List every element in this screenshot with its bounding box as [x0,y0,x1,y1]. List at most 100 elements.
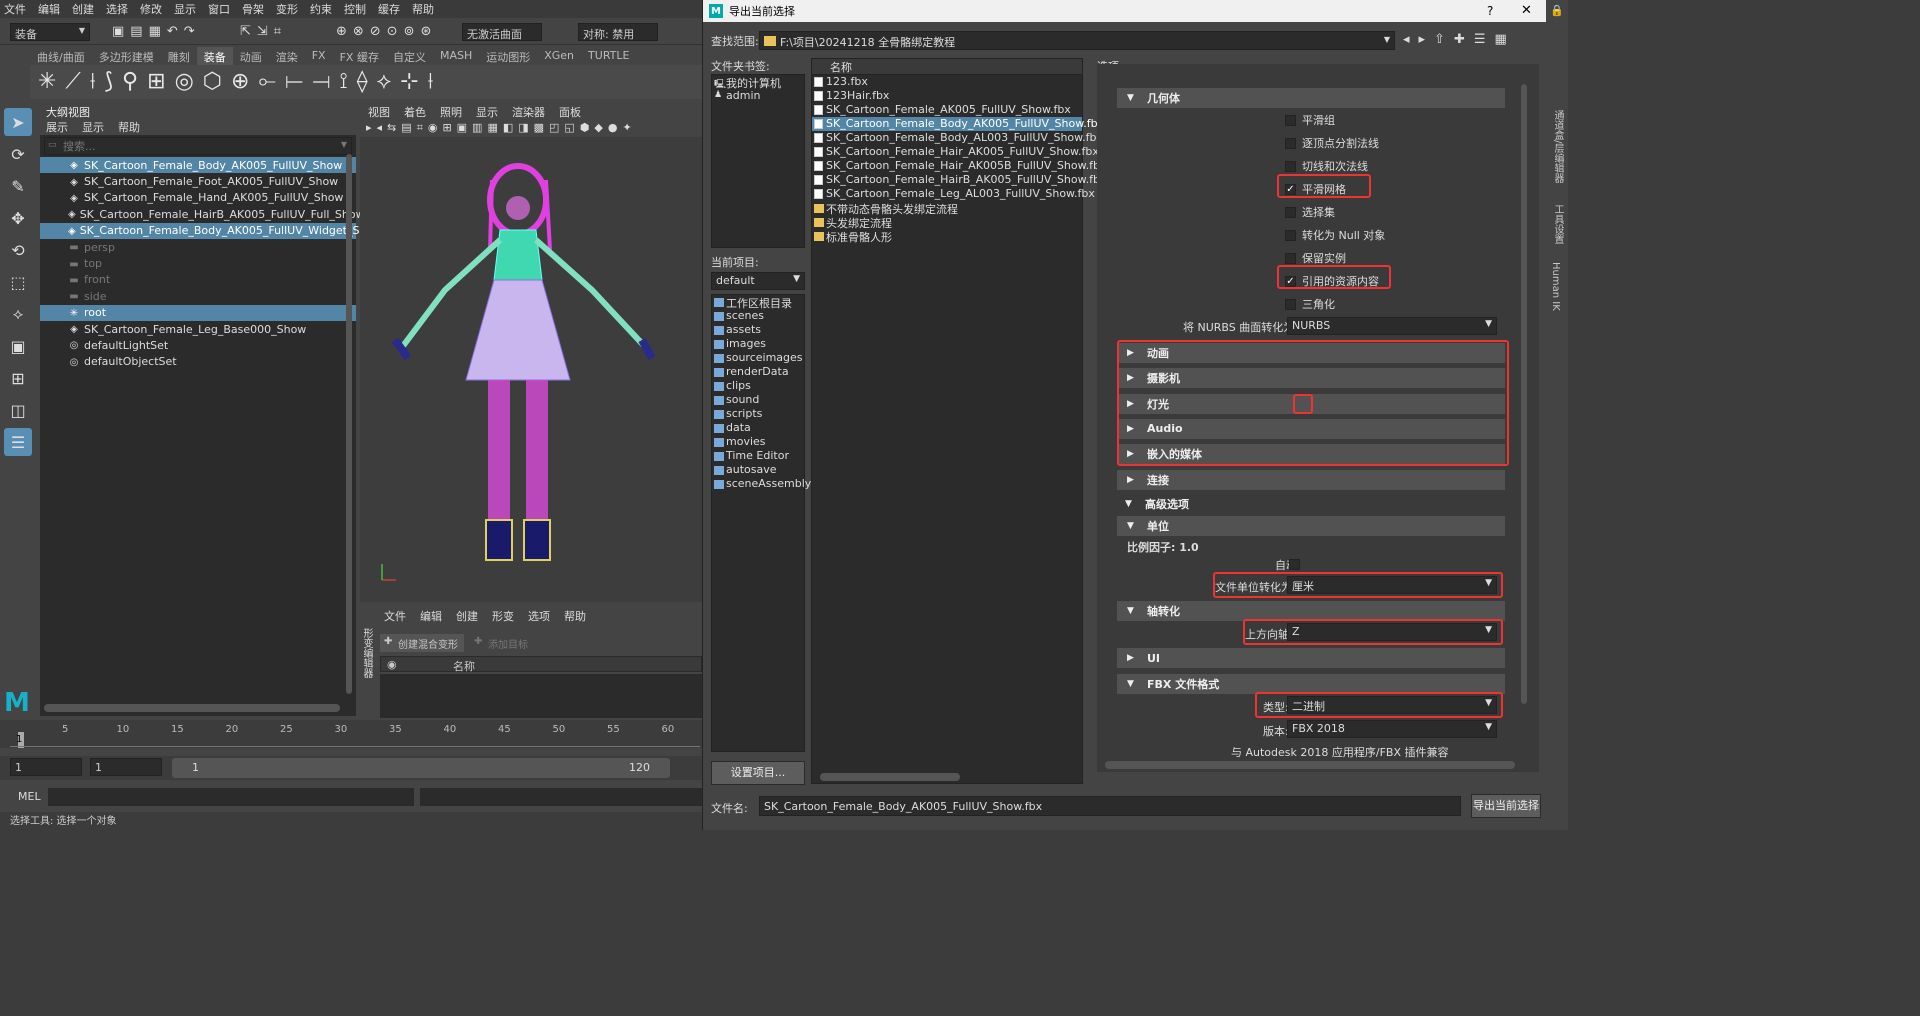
se-menu-item[interactable]: 文件 [384,608,406,624]
menu-edit[interactable]: 编辑 [38,1,60,17]
viewport-menu-item[interactable]: 着色 [404,104,426,121]
file-row[interactable]: 123Hair.fbx [812,89,1082,103]
scale-tool-icon[interactable]: ⬚ [4,268,32,296]
se-menu-item[interactable]: 创建 [456,608,478,624]
project-dir-item[interactable]: 工作区根目录 [712,295,804,310]
range-start-field[interactable]: 1 [90,758,162,776]
viewport-menu-item[interactable]: 照明 [440,104,462,121]
se-menu-item[interactable]: 形变 [492,608,514,624]
last-tool-icon[interactable]: ⟡ [4,300,32,328]
menu-help[interactable]: 帮助 [412,1,434,17]
outliner-item[interactable]: ◈ SK_Cartoon_Female_Foot_AK005_FullUV_Sho… [40,173,356,189]
menu-cache[interactable]: 缓存 [378,1,400,17]
outliner-hscrollbar[interactable] [44,704,340,712]
nurbs-dropdown[interactable]: NURBS ▼ [1287,317,1497,335]
tool-settings-tab[interactable]: 工具设置 [1550,204,1565,244]
file-row[interactable]: SK_Cartoon_Female_Leg_AL003_FullUV_Show.… [812,187,1095,201]
outliner-item[interactable]: ◎ defaultLightSet [40,337,356,353]
shelf-tab[interactable]: FX 缓存 [333,47,386,65]
menu-window[interactable]: 窗口 [208,1,230,17]
menu-file[interactable]: 文件 [4,1,26,17]
project-dir-item[interactable]: sourceimages [712,351,804,365]
shelf-tab[interactable]: MASH [433,47,479,65]
project-dir-item[interactable]: scenes [712,309,804,323]
outliner-item[interactable]: ✳ root [40,304,356,321]
column-name[interactable]: 名称 [453,658,475,674]
shelf-tab[interactable]: XGen [537,47,581,65]
geometry-option[interactable]: 选择集 [1285,204,1335,220]
checkbox[interactable] [1285,229,1296,241]
project-dir-item[interactable]: scripts [712,407,804,421]
project-dir-item[interactable]: renderData [712,365,804,379]
live-surface-field[interactable]: 无激活曲面 [462,23,542,41]
project-dir-item[interactable]: sound [712,393,804,407]
fbx-format-section-header[interactable]: ▼ FBX 文件格式 [1117,674,1505,694]
file-row[interactable]: SK_Cartoon_Female_Hair_AK005B_FullUV_Sho… [812,159,1106,173]
outliner-item[interactable]: ▬ front [40,272,356,288]
channel-box-tab[interactable]: 通道盒/层编辑器 [1550,110,1565,183]
outliner-item[interactable]: ▬ side [40,288,356,304]
shelf-tab[interactable]: FX [305,47,333,65]
shelf-tab[interactable]: 自定义 [386,47,433,65]
viewport-menu-item[interactable]: 渲染器 [512,104,545,121]
se-menu-item[interactable]: 编辑 [420,608,442,624]
human-ik-tab[interactable]: Human IK [1550,262,1561,311]
menu-deform[interactable]: 变形 [276,1,298,17]
file-row[interactable]: 123.fbx [812,75,1082,89]
checkbox[interactable] [1285,252,1296,264]
file-row[interactable]: SK_Cartoon_Female_AK005_FullUV_Show.fbx [812,103,1082,117]
mel-label[interactable]: MEL [18,790,41,803]
start-time-field[interactable]: 1 [10,758,82,776]
outliner-menu-item[interactable]: 帮助 [118,119,140,135]
file-row[interactable]: SK_Cartoon_Female_HairB_AK005_FullUV_Sho… [812,173,1106,187]
help-button[interactable]: ? [1487,4,1493,18]
bookmark-item[interactable]: 🖳 我的计算机 [712,75,804,90]
checkbox[interactable] [1285,206,1296,218]
outliner-menu-item[interactable]: 展示 [46,119,68,135]
project-dir-item[interactable]: clips [712,379,804,393]
options-hscrollbar[interactable] [1105,761,1515,769]
geometry-option[interactable]: 切线和次法线 [1285,158,1368,174]
chevron-down-icon[interactable]: ▼ [1384,35,1390,44]
shelf-tab-active[interactable]: 装备 [196,47,233,65]
add-target-button[interactable]: ✚ 添加目标 [470,634,534,652]
symmetry-dropdown[interactable]: 对称: 禁用 [578,23,658,41]
checkbox[interactable] [1285,137,1296,149]
shelf-tab[interactable]: 曲线/曲面 [30,47,92,65]
geometry-option[interactable]: 逐顶点分割法线 [1285,135,1379,151]
rotate-tool-icon[interactable]: ⟲ [4,236,32,264]
outliner-search-input[interactable]: ▭ 搜索... ▼ [44,137,352,155]
shelf-tab[interactable]: TURTLE [581,47,636,65]
navigation-icons[interactable]: ◂▸⇧✚☰▦ [1403,32,1516,47]
close-button[interactable]: ✕ [1521,3,1532,18]
layout-two-icon[interactable]: ◫ [4,396,32,424]
set-project-button[interactable]: 设置项目... [711,761,805,785]
folder-row[interactable]: 头发绑定流程 [812,215,1082,230]
project-dir-item[interactable]: data [712,421,804,435]
move-tool-icon[interactable]: ✥ [4,204,32,232]
menu-display[interactable]: 显示 [174,1,196,17]
viewport-toolbar[interactable]: ▸◂⇆▤⌗◉⊞▣▥▦◧◨▩◰◱⬢◆●✦ [360,121,702,137]
lasso-tool-icon[interactable]: ⟳ [4,140,32,168]
file-row[interactable]: SK_Cartoon_Female_Hair_AK005_FullUV_Show… [812,145,1099,159]
checkbox[interactable] [1285,298,1296,310]
axis-section-header[interactable]: ▼ 轴转化 [1117,601,1505,621]
look-in-dropdown[interactable]: F:\项目\20241218 全骨骼绑定教程 ▼ [759,31,1395,50]
project-dir-item[interactable]: movies [712,435,804,449]
range-bar[interactable]: 1 120 [172,758,670,778]
project-dir-item[interactable]: Time Editor [712,449,804,463]
menu-modify[interactable]: 修改 [140,1,162,17]
outliner-item[interactable]: ◈ SK_Cartoon_Female_Hand_AK005_FullUV_Sho… [40,190,356,206]
file-list-hscrollbar[interactable] [820,773,960,781]
options-vscrollbar[interactable] [1521,84,1527,704]
mel-input[interactable] [48,788,414,806]
auto-checkbox[interactable] [1289,559,1300,570]
outliner-menu-item[interactable]: 显示 [82,119,104,135]
shelf-tab[interactable]: 雕刻 [161,47,197,65]
outliner-item[interactable]: ◈ SK_Cartoon_Female_Body_AK005_FullUV_Sho… [40,157,356,174]
menu-create[interactable]: 创建 [72,1,94,17]
file-row[interactable]: SK_Cartoon_Female_Body_AL003_FullUV_Show… [812,131,1103,145]
filename-input[interactable]: SK_Cartoon_Female_Body_AK005_FullUV_Show… [759,796,1461,816]
outliner-item[interactable]: ◎ defaultObjectSet [40,354,356,370]
chevron-down-icon[interactable]: ▼ [341,140,347,149]
